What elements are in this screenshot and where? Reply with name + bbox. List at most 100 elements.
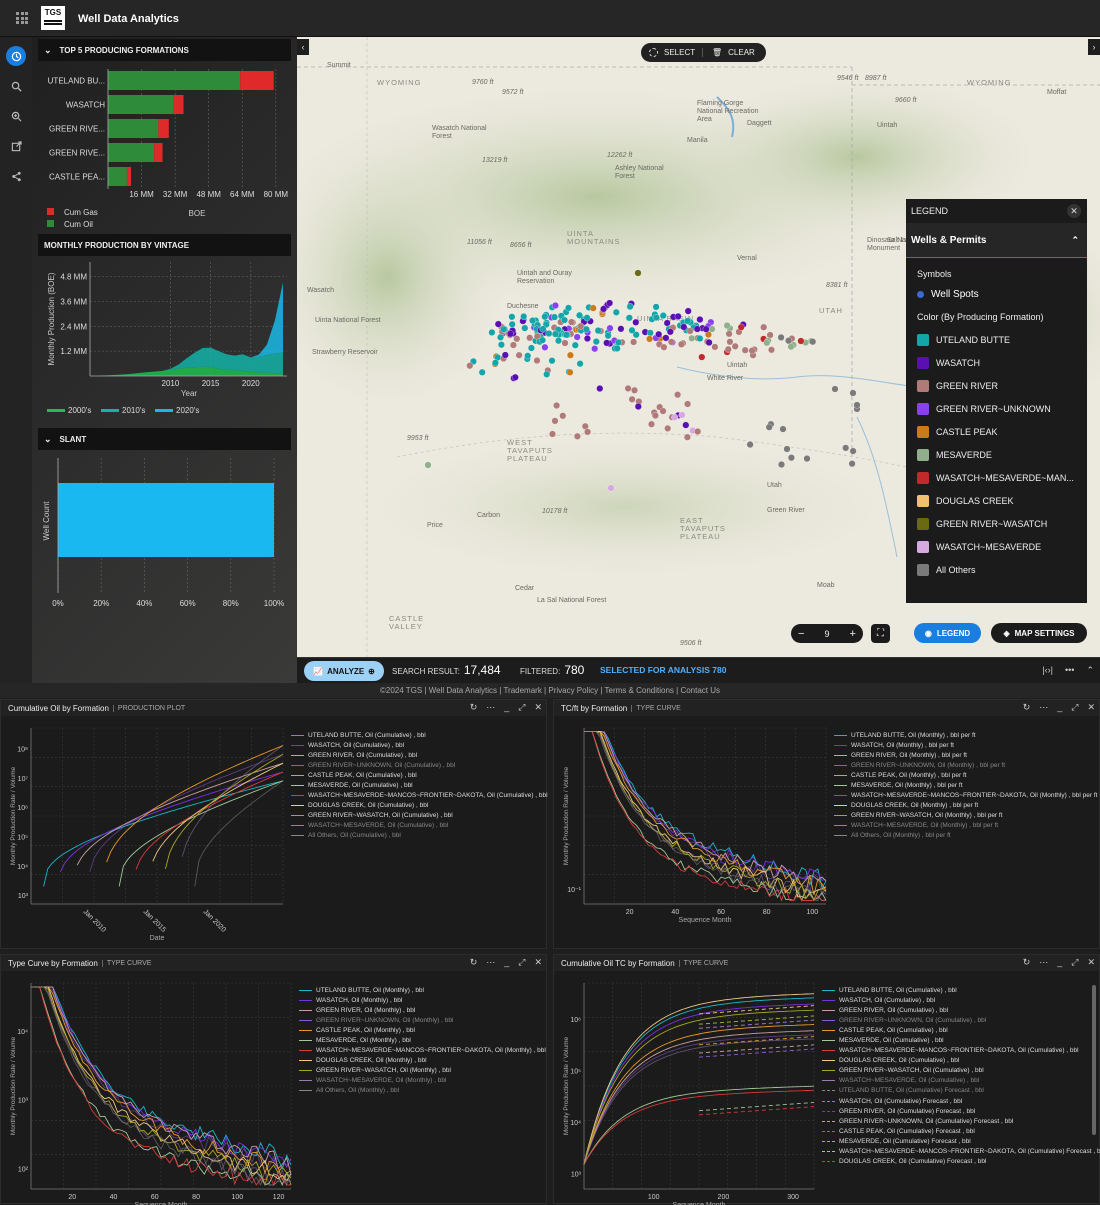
legend-item[interactable]: CASTLE PEAK — [906, 420, 1087, 443]
chart-legend-item[interactable]: WASATCH~MESAVERDE, Oil (Monthly) , bbl p… — [834, 821, 1097, 831]
collapse-right-button[interactable]: › — [1088, 39, 1100, 55]
footer-link[interactable]: Privacy Policy — [548, 686, 598, 695]
close-icon[interactable]: ✕ — [1087, 702, 1095, 713]
chart-legend-item[interactable]: DOUGLAS CREEK, Oil (Cumulative) Forecast… — [822, 1157, 1100, 1167]
chart-legend-item[interactable]: All Others, Oil (Monthly) , bbl per ft — [834, 831, 1097, 841]
share-icon[interactable] — [6, 166, 26, 186]
chart-legend-item[interactable]: MESAVERDE, Oil (Monthly) , bbl — [299, 1035, 546, 1045]
chart-legend-item[interactable]: MESAVERDE, Oil (Cumulative) , bbl — [822, 1035, 1100, 1045]
chart-legend-item[interactable]: DOUGLAS CREEK, Oil (Monthly) , bbl per f… — [834, 801, 1097, 811]
vintage-header[interactable]: MONTHLY PRODUCTION BY VINTAGE — [38, 234, 291, 256]
clear-button[interactable]: 🗑 CLEAR — [703, 48, 755, 57]
legend-item[interactable]: GREEN RIVER~WASATCH — [906, 512, 1087, 535]
chart-legend-item[interactable]: WASATCH~MESAVERDE~MANCOS~FRONTIER~DAKOTA… — [822, 1147, 1100, 1157]
chart-legend-item[interactable]: All Others, Oil (Cumulative) , bbl — [291, 831, 548, 841]
chart-legend-item[interactable]: UTELAND BUTTE, Oil (Cumulative) , bbl — [822, 985, 1100, 995]
chart-legend-item[interactable]: WASATCH~MESAVERDE~MANCOS~FRONTIER~DAKOTA… — [299, 1046, 546, 1056]
minimize-icon[interactable]: _ — [504, 957, 509, 968]
expand-horizontal-icon[interactable]: |‹›| — [1042, 665, 1053, 676]
chart-legend-item[interactable]: UTELAND BUTTE, Oil (Cumulative) Forecast… — [822, 1086, 1100, 1096]
legend-item[interactable]: UTELAND BUTTE — [906, 328, 1087, 351]
chart-legend-item[interactable]: DOUGLAS CREEK, Oil (Cumulative) , bbl — [291, 801, 548, 811]
legend-button[interactable]: ◉ LEGEND — [914, 623, 981, 643]
minimize-icon[interactable]: _ — [1057, 957, 1062, 968]
chart-legend-item[interactable]: GREEN RIVER, Oil (Monthly) , bbl — [299, 1005, 546, 1015]
more-icon[interactable]: ⋯ — [1039, 957, 1048, 968]
chart-legend-item[interactable]: CASTLE PEAK, Oil (Monthly) , bbl — [299, 1025, 546, 1035]
chart-legend-item[interactable]: GREEN RIVER~UNKNOWN, Oil (Cumulative) , … — [291, 760, 548, 770]
chart-legend-item[interactable]: WASATCH~MESAVERDE, Oil (Cumulative) , bb… — [291, 821, 548, 831]
zoom-in-button[interactable]: + — [850, 628, 856, 640]
close-icon[interactable]: ✕ — [534, 702, 542, 713]
chart-legend-item[interactable]: MESAVERDE, Oil (Monthly) , bbl per ft — [834, 780, 1097, 790]
close-icon[interactable]: ✕ — [1087, 957, 1095, 968]
chart-legend-item[interactable]: GREEN RIVER~UNKNOWN, Oil (Monthly) , bbl… — [834, 760, 1097, 770]
chart-legend-item[interactable]: WASATCH, Oil (Cumulative) Forecast , bbl — [822, 1096, 1100, 1106]
maximize-icon[interactable]: ⤢ — [518, 957, 525, 968]
chart-legend-item[interactable]: CASTLE PEAK, Oil (Monthly) , bbl per ft — [834, 770, 1097, 780]
legend-item[interactable]: GREEN RIVER — [906, 374, 1087, 397]
chart-legend-item[interactable]: UTELAND BUTTE, Oil (Monthly) , bbl — [299, 985, 546, 995]
top-formations-header[interactable]: ⌄ TOP 5 PRODUCING FORMATIONS — [38, 39, 291, 61]
more-icon[interactable]: ⋯ — [486, 702, 495, 713]
chart-legend-item[interactable]: WASATCH, Oil (Monthly) , bbl per ft — [834, 740, 1097, 750]
chart-legend-item[interactable]: GREEN RIVER, Oil (Cumulative) Forecast ,… — [822, 1106, 1100, 1116]
external-link-icon[interactable] — [6, 136, 26, 156]
fullscreen-button[interactable]: ⛶ — [871, 624, 890, 643]
legend-item[interactable]: DOUGLAS CREEK — [906, 489, 1087, 512]
footer-link[interactable]: Terms & Conditions — [605, 686, 674, 695]
chart-legend-item[interactable]: WASATCH, Oil (Monthly) , bbl — [299, 995, 546, 1005]
chart-legend-item[interactable]: GREEN RIVER, Oil (Monthly) , bbl per ft — [834, 750, 1097, 760]
chart-legend-item[interactable]: UTELAND BUTTE, Oil (Cumulative) , bbl — [291, 730, 548, 740]
chart-legend-item[interactable]: GREEN RIVER~UNKNOWN, Oil (Monthly) , bbl — [299, 1015, 546, 1025]
refresh-icon[interactable]: ↻ — [1023, 957, 1031, 968]
scrollbar[interactable] — [1092, 985, 1096, 1135]
selected-for-analysis[interactable]: SELECTED FOR ANALYSIS 780 — [600, 665, 726, 675]
chart-legend-item[interactable]: GREEN RIVER~WASATCH, Oil (Cumulative) , … — [291, 811, 548, 821]
maximize-icon[interactable]: ⤢ — [1071, 957, 1078, 968]
zoom-search-icon[interactable] — [6, 106, 26, 126]
legend-item[interactable]: WASATCH~MESAVERDE — [906, 535, 1087, 558]
more-icon[interactable]: ⋯ — [486, 957, 495, 968]
collapse-left-button[interactable]: ‹ — [297, 39, 309, 55]
chart-legend-item[interactable]: DOUGLAS CREEK, Oil (Monthly) , bbl — [299, 1056, 546, 1066]
legend-item[interactable]: MESAVERDE — [906, 443, 1087, 466]
chart-legend-item[interactable]: WASATCH, Oil (Cumulative) , bbl — [291, 740, 548, 750]
chart-legend-item[interactable]: WASATCH~MESAVERDE~MANCOS~FRONTIER~DAKOTA… — [834, 791, 1097, 801]
chart-legend-item[interactable]: MESAVERDE, Oil (Cumulative) Forecast , b… — [822, 1136, 1100, 1146]
legend-item[interactable]: WASATCH~MESAVERDE~MAN... — [906, 466, 1087, 489]
minimize-icon[interactable]: _ — [504, 702, 509, 713]
footer-link[interactable]: Trademark — [503, 686, 541, 695]
refresh-icon[interactable]: ↻ — [470, 702, 478, 713]
chart-legend-item[interactable]: WASATCH, Oil (Cumulative) , bbl — [822, 995, 1100, 1005]
apps-grid-icon[interactable] — [16, 12, 28, 24]
slant-header[interactable]: ⌄ SLANT — [38, 428, 291, 450]
chart-legend-item[interactable]: DOUGLAS CREEK, Oil (Cumulative) , bbl — [822, 1056, 1100, 1066]
analytics-icon[interactable] — [6, 46, 26, 66]
chart-legend-item[interactable]: WASATCH~MESAVERDE, Oil (Cumulative) , bb… — [822, 1076, 1100, 1086]
chart-legend-item[interactable]: GREEN RIVER, Oil (Cumulative) , bbl — [291, 750, 548, 760]
map-view[interactable]: WYOMING WYOMING Manila Vernal Duchesne UINTA … — [297, 37, 1100, 657]
chart-legend-item[interactable]: GREEN RIVER, Oil (Cumulative) , bbl — [822, 1005, 1100, 1015]
select-button[interactable]: SELECT — [641, 48, 703, 57]
chart-legend-item[interactable]: All Others, Oil (Monthly) , bbl — [299, 1086, 546, 1096]
legend-item[interactable]: WASATCH — [906, 351, 1087, 374]
chart-legend-item[interactable]: CASTLE PEAK, Oil (Cumulative) Forecast ,… — [822, 1126, 1100, 1136]
maximize-icon[interactable]: ⤢ — [518, 702, 525, 713]
close-icon[interactable]: ✕ — [1067, 204, 1081, 218]
chart-legend-item[interactable]: UTELAND BUTTE, Oil (Monthly) , bbl per f… — [834, 730, 1097, 740]
chart-legend-item[interactable]: GREEN RIVER~WASATCH, Oil (Monthly) , bbl… — [834, 811, 1097, 821]
more-icon[interactable]: ••• — [1065, 665, 1074, 676]
refresh-icon[interactable]: ↻ — [1023, 702, 1031, 713]
chart-legend-item[interactable]: GREEN RIVER~WASATCH, Oil (Cumulative) , … — [822, 1066, 1100, 1076]
search-icon[interactable] — [6, 76, 26, 96]
chart-legend-item[interactable]: MESAVERDE, Oil (Cumulative) , bbl — [291, 780, 548, 790]
zoom-out-button[interactable]: − — [798, 628, 804, 640]
legend-item[interactable]: GREEN RIVER~UNKNOWN — [906, 397, 1087, 420]
map-settings-button[interactable]: ◈ MAP SETTINGS — [991, 623, 1087, 643]
maximize-icon[interactable]: ⤢ — [1071, 702, 1078, 713]
chart-legend-item[interactable]: WASATCH~MESAVERDE, Oil (Monthly) , bbl — [299, 1076, 546, 1086]
refresh-icon[interactable]: ↻ — [470, 957, 478, 968]
chart-legend-item[interactable]: WASATCH~MESAVERDE~MANCOS~FRONTIER~DAKOTA… — [291, 791, 548, 801]
more-icon[interactable]: ⋯ — [1039, 702, 1048, 713]
